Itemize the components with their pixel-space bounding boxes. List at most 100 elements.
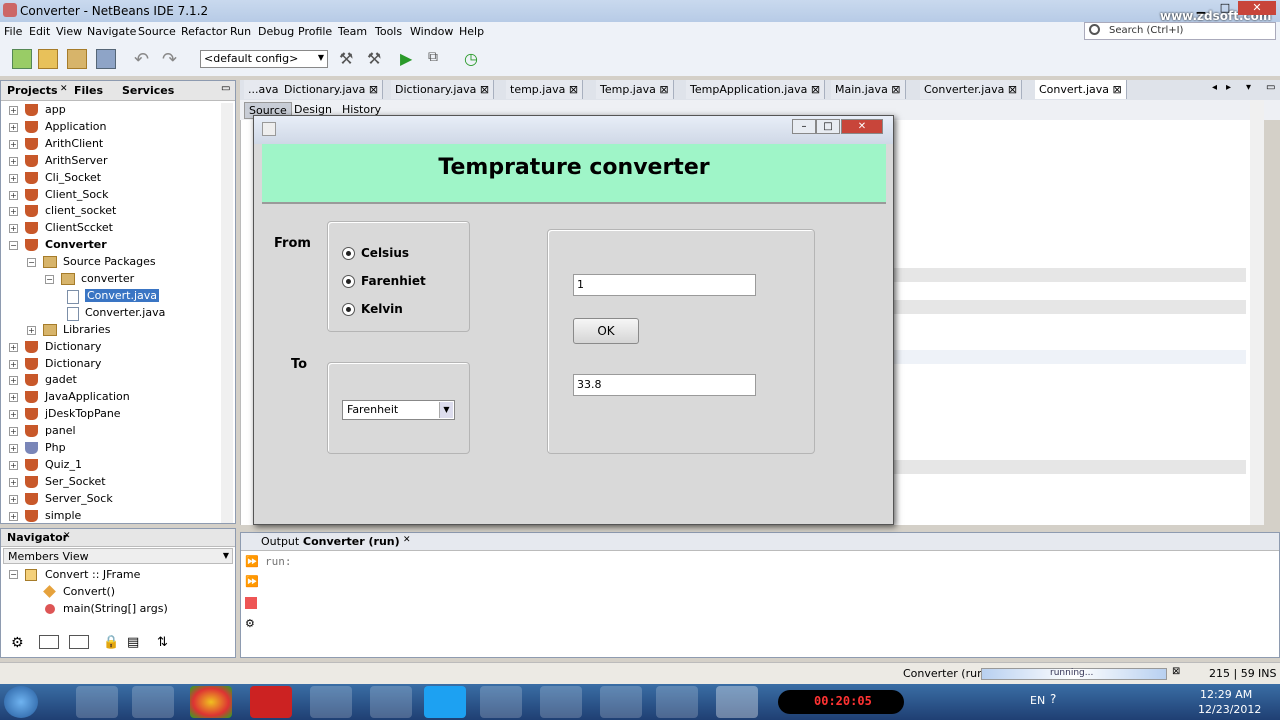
start-button[interactable] (4, 686, 38, 718)
filter-icon[interactable]: ⚙ (11, 635, 24, 651)
expand-icon[interactable]: + (9, 477, 18, 487)
expand-icon[interactable]: + (9, 444, 18, 453)
projects-scrollbar[interactable] (221, 103, 233, 523)
sort-icon[interactable]: ▤ (127, 635, 139, 650)
menu-profile[interactable]: Profile (298, 25, 332, 38)
expand-icon[interactable]: + (9, 460, 18, 470)
settings-icon[interactable]: ⚙ (245, 617, 255, 630)
help-icon[interactable]: ? (1050, 692, 1056, 706)
maximize-button[interactable]: □ (1214, 1, 1236, 15)
app-icon[interactable] (480, 686, 522, 718)
lock-icon[interactable]: 🔒 (103, 635, 119, 650)
paint-icon[interactable] (370, 686, 412, 718)
explorer-icon[interactable] (76, 686, 118, 718)
tab-scroll-right-icon[interactable]: ▸ (1226, 82, 1231, 93)
expand-icon[interactable]: + (9, 393, 18, 403)
expand-icon[interactable]: − (27, 258, 36, 268)
new-file-icon[interactable] (12, 49, 32, 69)
tab-convert[interactable]: Convert.java ⊠ (1035, 80, 1127, 99)
tab-converter[interactable]: Converter.java ⊠ (920, 80, 1023, 99)
tab-services[interactable]: Services (122, 84, 174, 97)
result-field[interactable]: 33.8 (573, 374, 756, 396)
input-value-field[interactable]: 1 (573, 274, 756, 296)
computer-icon[interactable] (310, 686, 352, 718)
radio-celsius-label[interactable]: Celsius (361, 246, 409, 260)
radio-farenhiet[interactable] (342, 275, 355, 288)
rerun-config-icon[interactable]: ⏩ (245, 575, 259, 588)
expand-icon[interactable]: − (45, 275, 54, 284)
tab-ava[interactable]: ...ava (244, 80, 284, 99)
expand-icon[interactable]: + (9, 190, 18, 200)
build-icon[interactable]: ⚒ (339, 49, 359, 69)
expand-icon[interactable]: + (9, 410, 18, 420)
menu-help[interactable]: Help (459, 25, 484, 38)
tab-temp[interactable]: Temp.java ⊠ (596, 80, 674, 99)
tab-files[interactable]: Files (74, 84, 103, 97)
radio-kelvin[interactable] (342, 303, 355, 316)
stop-icon[interactable] (245, 597, 257, 609)
expand-icon[interactable]: + (9, 122, 18, 132)
skype-icon[interactable] (424, 686, 466, 718)
profile-icon[interactable]: ◷ (464, 49, 484, 69)
to-unit-select[interactable]: Farenheit ▼ (342, 400, 455, 420)
menu-window[interactable]: Window (410, 25, 453, 38)
media-player-icon[interactable] (132, 686, 174, 718)
menu-view[interactable]: View (56, 25, 82, 38)
minimize-pane-icon[interactable]: ▭ (221, 83, 230, 94)
clean-build-icon[interactable]: ⚒ (367, 49, 387, 69)
debug-icon[interactable]: ⧉ (428, 49, 448, 69)
tab-temp-lower[interactable]: temp.java ⊠ (506, 80, 584, 99)
close-button[interactable]: ✕ (1238, 1, 1276, 15)
java-icon[interactable] (716, 686, 758, 718)
menu-debug[interactable]: Debug (258, 25, 294, 38)
ok-button[interactable]: OK (573, 318, 639, 344)
static-filter-icon[interactable] (69, 635, 89, 649)
menu-file[interactable]: File (4, 25, 22, 38)
output-tab[interactable]: Converter (run) (303, 535, 400, 548)
expand-icon[interactable]: − (9, 241, 18, 251)
dialog-maximize-button[interactable]: □ (816, 119, 840, 134)
close-icon[interactable]: ✕ (63, 531, 71, 541)
close-icon[interactable]: ✕ (403, 535, 411, 545)
tab-tempapplication[interactable]: TempApplication.java ⊠ (686, 80, 826, 99)
fields-filter-icon[interactable] (39, 635, 59, 649)
undo-icon[interactable]: ↶ (134, 49, 154, 70)
chrome-icon[interactable] (190, 686, 232, 718)
tab-dictionary-2[interactable]: Dictionary.java ⊠ (391, 80, 495, 99)
ie-icon[interactable] (600, 686, 642, 718)
expand-icon[interactable]: + (9, 342, 18, 352)
menu-refactor[interactable]: Refactor (181, 25, 227, 38)
clock-date[interactable]: 12/23/2012 (1198, 703, 1261, 716)
expand-icon[interactable]: + (9, 224, 18, 234)
menu-navigate[interactable]: Navigate (87, 25, 136, 38)
redo-icon[interactable]: ↷ (162, 49, 182, 70)
run-icon[interactable]: ▶ (400, 49, 420, 69)
expand-icon[interactable]: + (9, 173, 18, 183)
expand-icon[interactable]: + (9, 494, 18, 504)
members-view-select[interactable]: Members View ▼ (3, 548, 233, 564)
save-all-icon[interactable] (96, 49, 116, 69)
new-project-icon[interactable] (38, 49, 58, 69)
tab-list-icon[interactable]: ▾ (1246, 82, 1251, 93)
tab-scroll-left-icon[interactable]: ◂ (1212, 82, 1217, 93)
expand-icon[interactable]: + (9, 106, 18, 115)
menu-edit[interactable]: Edit (29, 25, 50, 38)
editor-scrollbar[interactable] (1250, 100, 1264, 525)
expand-icon[interactable]: + (9, 427, 18, 437)
cancel-task-icon[interactable]: ⊠ (1172, 666, 1180, 677)
dialog-close-button[interactable]: ✕ (841, 119, 883, 134)
app-icon[interactable] (656, 686, 698, 718)
radio-farenhiet-label[interactable]: Farenhiet (361, 274, 426, 288)
expand-icon[interactable]: + (27, 325, 36, 335)
dialog-minimize-button[interactable]: – (792, 119, 816, 134)
radio-celsius[interactable] (342, 247, 355, 260)
open-project-icon[interactable] (67, 49, 87, 69)
sort-name-icon[interactable]: ⇅ (157, 635, 168, 650)
language-indicator[interactable]: EN (1030, 694, 1045, 707)
menu-source[interactable]: Source (138, 25, 176, 38)
expand-icon[interactable]: + (9, 511, 18, 521)
expand-icon[interactable]: + (9, 139, 18, 149)
config-select[interactable]: <default config> ▼ (200, 50, 328, 68)
minimize-button[interactable]: ▁ (1190, 1, 1212, 15)
search-input[interactable]: Search (Ctrl+I) (1084, 22, 1276, 40)
